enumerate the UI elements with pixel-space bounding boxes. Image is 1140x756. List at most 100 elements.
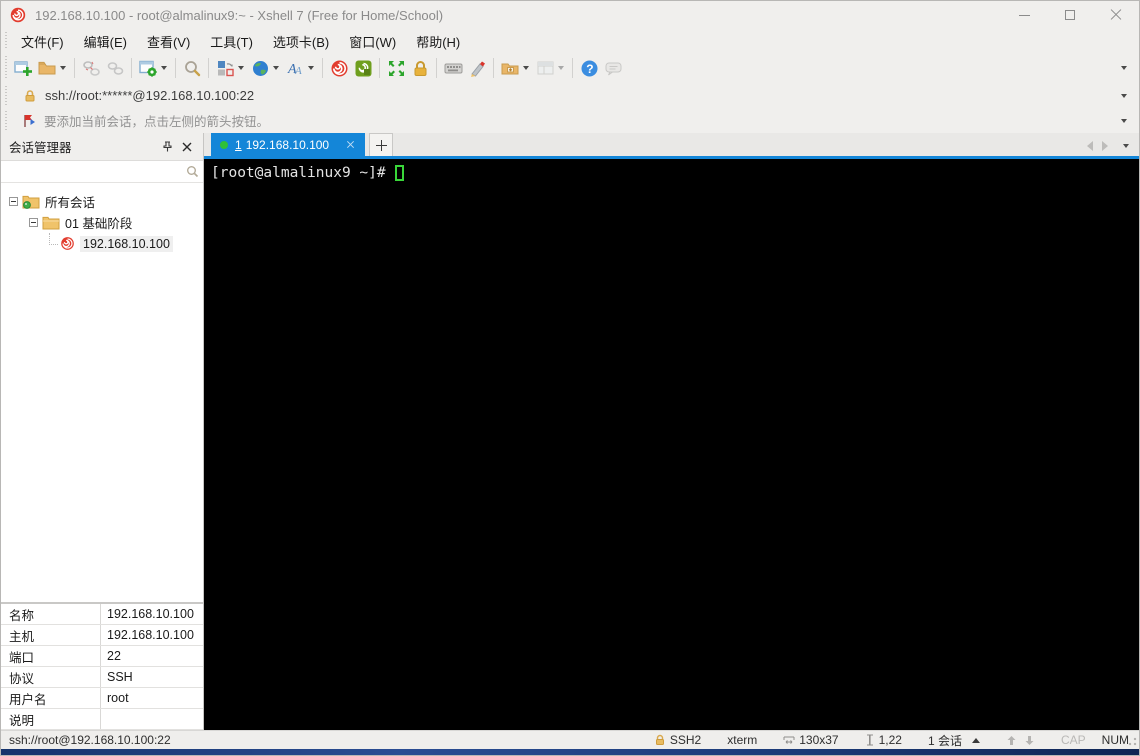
collapse-icon[interactable] — [9, 197, 18, 206]
properties-dropdown-caret[interactable] — [161, 66, 167, 70]
compose-grid-icon — [536, 59, 555, 78]
tree-item-session-192-168-10-100[interactable]: 192.168.10.100 — [1, 233, 203, 254]
tree-label[interactable]: 192.168.10.100 — [80, 236, 173, 252]
highlight-button[interactable] — [465, 56, 489, 80]
menu-view[interactable]: 查看(V) — [137, 29, 200, 53]
property-value[interactable] — [101, 709, 203, 729]
disconnect-button[interactable] — [79, 56, 103, 80]
table-row: 名称 192.168.10.100 — [1, 604, 203, 625]
help-button[interactable]: ? — [577, 56, 601, 80]
menu-window[interactable]: 窗口(W) — [339, 29, 406, 53]
property-value[interactable]: 22 — [101, 646, 203, 666]
property-value[interactable]: SSH — [101, 667, 203, 687]
web-browser-button[interactable] — [248, 56, 272, 80]
tab-scroll-right-icon[interactable] — [1102, 141, 1108, 151]
maximize-icon — [1065, 10, 1075, 20]
pin-icon — [162, 141, 173, 152]
status-session-count[interactable]: 1 会话 — [928, 732, 980, 749]
new-session-button[interactable] — [11, 56, 35, 80]
terminal-area: 1 192.168.10.100 [root@almalinux9 ~]# — [204, 133, 1139, 730]
new-session-folder-button[interactable] — [498, 56, 522, 80]
pin-panel-button[interactable] — [157, 137, 177, 157]
toolbar-gripper[interactable] — [4, 56, 9, 80]
session-manager-title: 会话管理器 — [9, 137, 157, 156]
tab-list-caret[interactable] — [1123, 144, 1129, 148]
address-url[interactable]: ssh://root:******@192.168.10.100:22 — [45, 88, 254, 103]
toolbar-separator — [74, 58, 75, 78]
open-sessions-button[interactable] — [35, 56, 59, 80]
tab-scroll-left-icon[interactable] — [1087, 141, 1093, 151]
terminal-cursor — [395, 165, 404, 181]
folder-dropdown-caret[interactable] — [523, 66, 529, 70]
reconnect-button[interactable] — [103, 56, 127, 80]
tree-item-folder-01[interactable]: 01 基础阶段 — [1, 212, 203, 233]
session-properties-button[interactable] — [136, 56, 160, 80]
layout-dropdown-caret[interactable] — [238, 66, 244, 70]
new-tab-button[interactable] — [369, 133, 393, 156]
layout-button[interactable] — [213, 56, 237, 80]
session-search-input[interactable] — [5, 163, 186, 181]
address-dropdown-caret[interactable] — [1121, 94, 1127, 98]
message-board-button[interactable] — [601, 56, 625, 80]
find-icon — [183, 59, 202, 78]
virtual-keyboard-button[interactable] — [441, 56, 465, 80]
close-button[interactable] — [1093, 1, 1139, 29]
window-title: 192.168.10.100 - root@almalinux9:~ - Xsh… — [35, 8, 1001, 23]
flag-icon — [23, 114, 37, 128]
property-label: 主机 — [1, 625, 101, 645]
menubar-gripper[interactable] — [4, 32, 9, 50]
scroll-up-icon[interactable] — [1006, 735, 1017, 746]
minimize-button[interactable] — [1001, 1, 1047, 29]
table-row: 协议 SSH — [1, 667, 203, 688]
main-area: 会话管理器 所有会话 — [1, 133, 1139, 730]
compose-dropdown-caret[interactable] — [558, 66, 564, 70]
status-terminal-size: 130x37 — [783, 733, 838, 747]
tree-item-all-sessions[interactable]: 所有会话 — [1, 191, 203, 212]
tree-connector — [49, 233, 58, 245]
resize-grip[interactable] — [1126, 736, 1138, 748]
addressbar-gripper[interactable] — [4, 86, 9, 105]
globe-dropdown-caret[interactable] — [273, 66, 279, 70]
lock-icon — [411, 59, 430, 78]
collapse-icon[interactable] — [29, 218, 38, 227]
tab-session-192-168-10-100[interactable]: 1 192.168.10.100 — [211, 133, 365, 156]
menu-edit[interactable]: 编辑(E) — [74, 29, 137, 53]
toolbar-separator — [379, 58, 380, 78]
maximize-button[interactable] — [1047, 1, 1093, 29]
lock-keyboard-button[interactable] — [408, 56, 432, 80]
session-list-caret-icon[interactable] — [972, 738, 980, 743]
globe-icon — [251, 59, 270, 78]
xshell-button[interactable] — [327, 56, 351, 80]
tree-label[interactable]: 01 基础阶段 — [65, 213, 132, 232]
compose-pane-button[interactable] — [533, 56, 557, 80]
tab-close-icon[interactable] — [343, 138, 357, 152]
property-value[interactable]: root — [101, 688, 203, 708]
search-icon[interactable] — [186, 165, 199, 178]
toolbar-overflow-caret[interactable] — [1121, 66, 1127, 70]
xftp-button[interactable] — [351, 56, 375, 80]
find-button[interactable] — [180, 56, 204, 80]
menu-tabs[interactable]: 选项卡(B) — [263, 29, 339, 53]
tree-label[interactable]: 所有会话 — [45, 192, 95, 211]
close-panel-button[interactable] — [177, 137, 197, 157]
menu-tools[interactable]: 工具(T) — [200, 29, 263, 53]
infobar-dropdown-caret[interactable] — [1121, 119, 1127, 123]
terminal-screen[interactable]: [root@almalinux9 ~]# — [204, 159, 1139, 730]
folder-icon — [42, 216, 60, 230]
svg-text:A: A — [294, 65, 302, 77]
close-icon — [1110, 9, 1122, 21]
property-value[interactable]: 192.168.10.100 — [101, 625, 203, 645]
status-terminal-type[interactable]: xterm — [727, 733, 757, 747]
open-dropdown-caret[interactable] — [60, 66, 66, 70]
address-bar[interactable]: ssh://root:******@192.168.10.100:22 — [1, 83, 1139, 108]
toolbar-separator — [572, 58, 573, 78]
menu-help[interactable]: 帮助(H) — [406, 29, 470, 53]
font-dropdown-caret[interactable] — [308, 66, 314, 70]
infobar-gripper[interactable] — [4, 111, 9, 130]
menu-file[interactable]: 文件(F) — [11, 29, 74, 53]
fullscreen-button[interactable] — [384, 56, 408, 80]
property-value[interactable]: 192.168.10.100 — [101, 604, 203, 624]
session-logo-icon — [60, 236, 75, 251]
font-button[interactable]: AA — [283, 56, 307, 80]
scroll-down-icon[interactable] — [1024, 735, 1035, 746]
